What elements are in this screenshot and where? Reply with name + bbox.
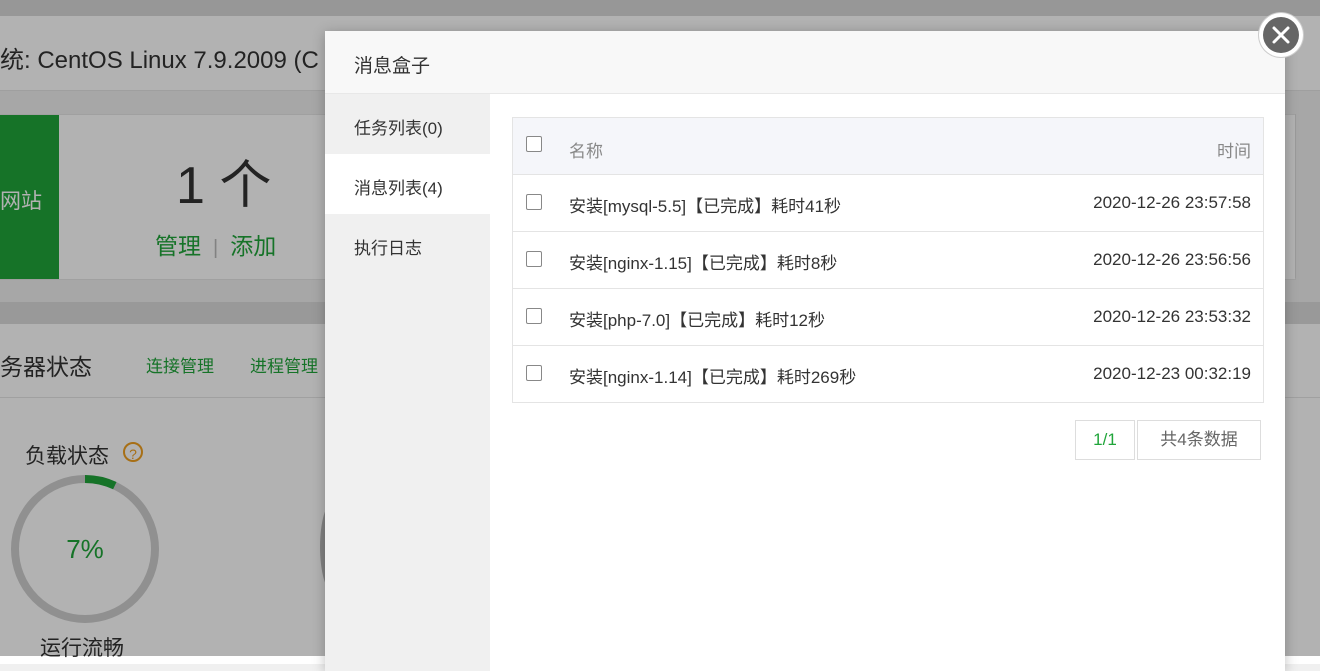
row-checkbox[interactable] (526, 308, 542, 324)
tab-exec-log[interactable]: 执行日志 (325, 214, 490, 274)
row-name: 安装[mysql-5.5]【已完成】耗时41秒 (569, 197, 842, 216)
modal-title: 消息盒子 (354, 56, 431, 77)
row-name: 安装[php-7.0]【已完成】耗时12秒 (569, 311, 826, 330)
table-row: 安装[mysql-5.5]【已完成】耗时41秒 2020-12-26 23:57… (513, 174, 1263, 231)
modal-sidebar: 任务列表(0) 消息列表(4) 执行日志 (325, 94, 490, 671)
close-icon-glyph (1272, 26, 1290, 44)
message-content: 名称 时间 安装[mysql-5.5]【已完成】耗时41秒 2020-12-26… (512, 117, 1264, 460)
select-all-checkbox[interactable] (526, 136, 542, 152)
table-row: 安装[nginx-1.14]【已完成】耗时269秒 2020-12-23 00:… (513, 345, 1263, 402)
close-icon (1263, 17, 1299, 53)
pagination: 1/1 共4条数据 (1075, 420, 1261, 460)
header-name: 名称 (569, 142, 603, 161)
row-checkbox[interactable] (526, 194, 542, 210)
row-name: 安装[nginx-1.15]【已完成】耗时8秒 (569, 254, 838, 273)
row-checkbox[interactable] (526, 365, 542, 381)
table-row: 安装[nginx-1.15]【已完成】耗时8秒 2020-12-26 23:56… (513, 231, 1263, 288)
page-total: 共4条数据 (1137, 420, 1261, 460)
tab-task-list[interactable]: 任务列表(0) (325, 94, 490, 154)
modal-header: 消息盒子 (325, 31, 1285, 94)
tab-label: 执行日志 (354, 239, 422, 258)
row-checkbox[interactable] (526, 251, 542, 267)
row-time: 2020-12-26 23:53:32 (1093, 307, 1251, 326)
row-time: 2020-12-26 23:56:56 (1093, 250, 1251, 269)
tab-label: 任务列表(0) (354, 119, 443, 138)
tab-message-list[interactable]: 消息列表(4) (325, 154, 490, 214)
row-time: 2020-12-23 00:32:19 (1093, 364, 1251, 383)
header-time: 时间 (1217, 142, 1251, 161)
tab-label: 消息列表(4) (354, 179, 443, 198)
message-box-modal: 消息盒子 任务列表(0) 消息列表(4) 执行日志 名称 时间 安装[mysql… (325, 31, 1285, 671)
page-current[interactable]: 1/1 (1075, 420, 1135, 460)
row-time: 2020-12-26 23:57:58 (1093, 193, 1251, 212)
message-table: 名称 时间 安装[mysql-5.5]【已完成】耗时41秒 2020-12-26… (512, 117, 1264, 403)
table-row: 安装[php-7.0]【已完成】耗时12秒 2020-12-26 23:53:3… (513, 288, 1263, 345)
close-button[interactable] (1259, 13, 1303, 57)
table-header-row: 名称 时间 (513, 118, 1263, 174)
row-name: 安装[nginx-1.14]【已完成】耗时269秒 (569, 368, 857, 387)
